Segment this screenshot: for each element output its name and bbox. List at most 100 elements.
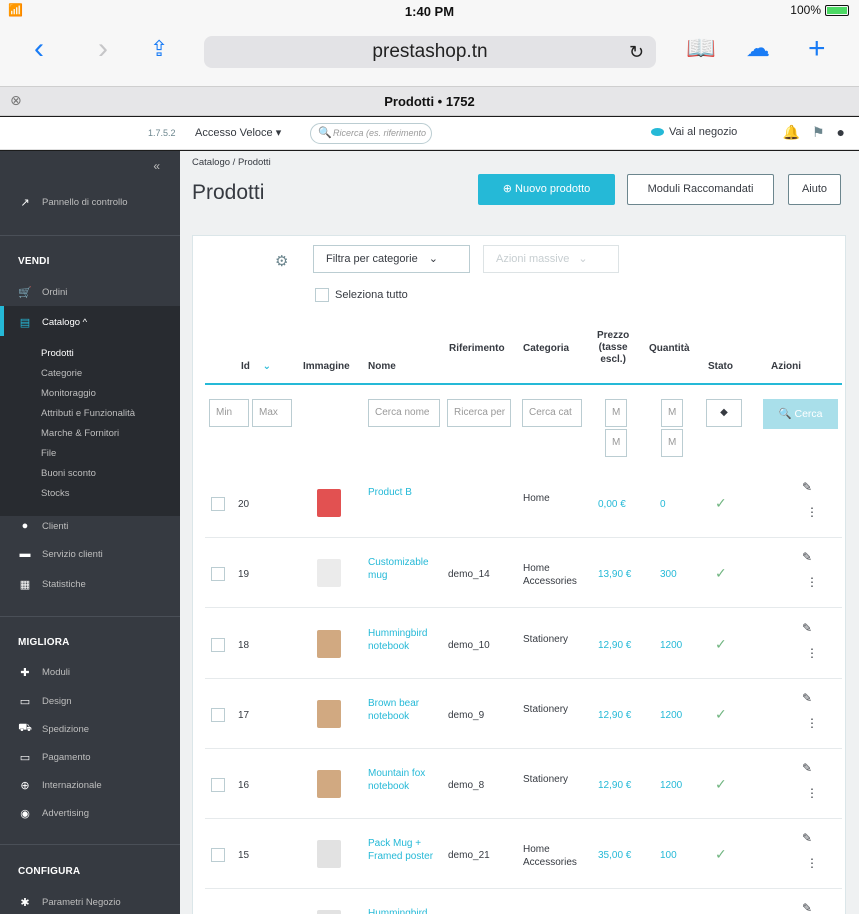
filter-qty-max[interactable]: M xyxy=(661,429,683,457)
product-thumbnail[interactable] xyxy=(315,835,343,873)
sidebar-item-shop-parameters[interactable]: ✱ Parametri Negozio xyxy=(0,889,180,914)
new-product-button[interactable]: ⊕ Nuovo prodotto xyxy=(478,174,615,205)
product-thumbnail[interactable] xyxy=(315,484,343,522)
sidebar-subitem-attributes[interactable]: Attributi e Funzionalità xyxy=(41,408,135,419)
cloud-tabs-icon[interactable]: ☁ xyxy=(746,34,770,64)
product-thumbnail[interactable] xyxy=(315,695,343,733)
cell-name[interactable]: Brown bear notebook xyxy=(368,697,438,723)
bulk-actions-select[interactable]: Azioni massive ⌄ xyxy=(483,245,619,273)
reload-icon[interactable]: ↻ xyxy=(629,36,644,68)
column-header-category[interactable]: Categoria xyxy=(523,343,569,355)
more-actions-icon[interactable]: ⋮ xyxy=(806,647,818,659)
sidebar-item-payment[interactable]: ▭ Pagamento xyxy=(0,744,180,770)
search-input[interactable]: 🔍 Ricerca (es. riferimento xyxy=(310,123,432,144)
select-all[interactable]: Seleziona tutto xyxy=(315,288,408,302)
more-actions-icon[interactable]: ⋮ xyxy=(806,576,818,588)
check-icon[interactable]: ✓ xyxy=(715,846,727,863)
column-header-reference[interactable]: Riferimento xyxy=(449,343,505,355)
check-icon[interactable]: ✓ xyxy=(715,776,727,793)
recommended-modules-button[interactable]: Moduli Raccomandati xyxy=(627,174,774,205)
cell-name[interactable]: Mountain fox notebook xyxy=(368,767,438,793)
sidebar-item-stats[interactable]: ▦ Statistiche xyxy=(0,571,180,597)
cell-quantity[interactable]: 100 xyxy=(660,849,677,862)
more-actions-icon[interactable]: ⋮ xyxy=(806,717,818,729)
bookmarks-icon[interactable]: 📖 xyxy=(686,34,716,64)
edit-icon[interactable]: ✎ xyxy=(802,480,812,494)
cell-name[interactable]: Hummingbird xyxy=(368,907,438,914)
sidebar-item-customer-service[interactable]: ▬ Servizio clienti xyxy=(0,541,180,567)
check-icon[interactable]: ✓ xyxy=(715,636,727,653)
cell-price[interactable]: 35,00 € xyxy=(598,849,631,862)
filter-category[interactable]: Cerca cat xyxy=(522,399,582,427)
row-checkbox[interactable] xyxy=(211,778,225,792)
sidebar-item-catalog[interactable]: ▤ Catalogo ^ xyxy=(0,309,180,335)
column-header-name[interactable]: Nome xyxy=(368,361,396,373)
product-thumbnail[interactable] xyxy=(315,554,343,592)
cell-name[interactable]: Customizable mug xyxy=(368,556,438,582)
product-thumbnail[interactable] xyxy=(315,905,343,914)
row-checkbox[interactable] xyxy=(211,567,225,581)
sidebar-subitem-files[interactable]: File xyxy=(41,448,56,459)
edit-icon[interactable]: ✎ xyxy=(802,621,812,635)
search-button[interactable]: 🔍 Cerca xyxy=(763,399,838,429)
notifications-icon[interactable]: 🔔 xyxy=(783,124,800,141)
cell-price[interactable]: 13,90 € xyxy=(598,568,631,581)
cell-quantity[interactable]: 0 xyxy=(660,498,666,511)
sidebar-subitem-products[interactable]: Prodotti xyxy=(41,348,74,359)
sidebar-subitem-stocks[interactable]: Stocks xyxy=(41,488,70,499)
table-row[interactable]: Hummingbird ✓ ✎ ⋮ xyxy=(205,889,842,914)
sidebar-item-customers[interactable]: ● Clienti xyxy=(0,513,180,539)
messages-icon[interactable]: ⚑ xyxy=(812,124,825,141)
edit-icon[interactable]: ✎ xyxy=(802,550,812,564)
filter-reference[interactable]: Ricerca per xyxy=(447,399,511,427)
filter-id-min[interactable]: Min xyxy=(209,399,249,427)
sidebar-subitem-vouchers[interactable]: Buoni sconto xyxy=(41,468,96,479)
edit-icon[interactable]: ✎ xyxy=(802,761,812,775)
cell-quantity[interactable]: 300 xyxy=(660,568,677,581)
cell-price[interactable]: 0,00 € xyxy=(598,498,626,511)
cell-quantity[interactable]: 1200 xyxy=(660,779,682,792)
product-thumbnail[interactable] xyxy=(315,625,343,663)
column-header-status[interactable]: Stato xyxy=(708,361,733,373)
filter-price-min[interactable]: M xyxy=(605,399,627,427)
filter-id-max[interactable]: Max xyxy=(252,399,292,427)
table-row[interactable]: 16 Mountain fox notebook demo_8 Statione… xyxy=(205,749,842,819)
table-row[interactable]: 18 Hummingbird notebook demo_10 Statione… xyxy=(205,609,842,679)
collapse-sidebar-icon[interactable]: « xyxy=(153,159,160,173)
filter-price-max[interactable]: M xyxy=(605,429,627,457)
row-checkbox[interactable] xyxy=(211,638,225,652)
table-row[interactable]: 17 Brown bear notebook demo_9 Stationery… xyxy=(205,679,842,749)
quick-access-menu[interactable]: Accesso Veloce ▾ xyxy=(195,126,281,139)
cell-name[interactable]: Product B xyxy=(368,486,438,499)
forward-icon[interactable]: › xyxy=(98,34,108,64)
sidebar-item-shipping[interactable]: ⛟ Spedizione xyxy=(0,716,180,742)
row-checkbox[interactable] xyxy=(211,708,225,722)
row-checkbox[interactable] xyxy=(211,848,225,862)
edit-icon[interactable]: ✎ xyxy=(802,901,812,914)
more-actions-icon[interactable]: ⋮ xyxy=(806,506,818,518)
cell-price[interactable]: 12,90 € xyxy=(598,639,631,652)
category-filter-select[interactable]: Filtra per categorie ⌄ xyxy=(313,245,470,273)
select-all-checkbox[interactable] xyxy=(315,288,329,302)
column-header-price[interactable]: Prezzo (tasse escl.) xyxy=(597,330,629,366)
check-icon[interactable]: ✓ xyxy=(715,706,727,723)
gear-icon[interactable]: ⚙ xyxy=(275,252,288,270)
sidebar-item-international[interactable]: ⊕ Internazionale xyxy=(0,772,180,798)
column-header-quantity[interactable]: Quantità xyxy=(649,343,690,355)
sidebar-item-design[interactable]: ▭ Design xyxy=(0,688,180,714)
view-shop-link[interactable]: Vai al negozio xyxy=(651,126,737,138)
sidebar-subitem-categories[interactable]: Categorie xyxy=(41,368,82,379)
cell-quantity[interactable]: 1200 xyxy=(660,709,682,722)
check-icon[interactable]: ✓ xyxy=(715,565,727,582)
cell-quantity[interactable]: 1200 xyxy=(660,639,682,652)
more-actions-icon[interactable]: ⋮ xyxy=(806,857,818,869)
product-thumbnail[interactable] xyxy=(315,765,343,803)
sidebar-item-modules[interactable]: ✚ Moduli xyxy=(0,659,180,685)
check-icon[interactable]: ✓ xyxy=(715,495,727,512)
column-header-id[interactable]: Id ⌄ xyxy=(241,361,271,373)
back-icon[interactable]: ‹ xyxy=(34,34,44,64)
table-row[interactable]: 19 Customizable mug demo_14 Home Accesso… xyxy=(205,538,842,608)
edit-icon[interactable]: ✎ xyxy=(802,831,812,845)
share-icon[interactable]: ⇪ xyxy=(150,34,168,64)
tab-title[interactable]: Prodotti • 1752 xyxy=(0,94,859,109)
